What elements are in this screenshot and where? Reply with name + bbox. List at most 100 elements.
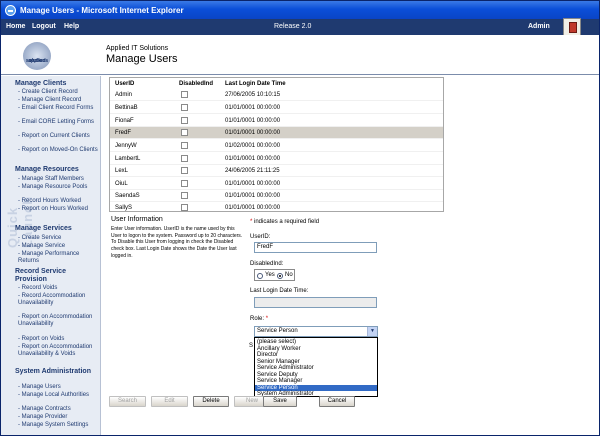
- role-select[interactable]: Service Person ▼: [254, 326, 378, 337]
- obscured-label: S: [249, 343, 254, 349]
- sidebar-link-email-core-letting-forms[interactable]: - Email CORE Letting Forms: [18, 119, 98, 126]
- disabled-checkbox[interactable]: [181, 155, 188, 162]
- sidebar-link-manage-client-record[interactable]: - Manage Client Record: [18, 97, 98, 104]
- window-title: Manage Users - Microsoft Internet Explor…: [20, 5, 184, 15]
- last-login-label: Last Login Date Time:: [250, 288, 309, 294]
- column-header-disabledind[interactable]: DisabledInd: [179, 81, 213, 87]
- sidebar-section-system-administration: System Administration: [15, 368, 91, 375]
- role-option[interactable]: (please select): [257, 339, 377, 345]
- disabled-no-radio[interactable]: [277, 273, 283, 279]
- sidebar-link-manage-users[interactable]: - Manage Users: [18, 384, 98, 391]
- sidebar-link-manage-system-settings[interactable]: - Manage System Settings: [18, 422, 98, 429]
- role-dropdown-list: (please select) Ancillary Worker Directo…: [254, 337, 378, 397]
- sidebar-link-manage-staff-members[interactable]: - Manage Staff Members: [18, 176, 98, 183]
- sidebar-link-report-voids[interactable]: - Report on Voids: [18, 336, 98, 343]
- nav-help-link[interactable]: Help: [64, 23, 79, 30]
- disabled-yes-radio[interactable]: [257, 273, 263, 279]
- disabled-radio-group: Yes No: [254, 269, 295, 281]
- table-row[interactable]: OiuL 01/01/0001 00:00:00: [110, 178, 443, 190]
- sidebar-link-email-client-record-forms[interactable]: - Email Client Record Forms: [18, 105, 98, 112]
- current-user-label: Admin: [528, 23, 550, 30]
- sidebar-link-manage-local-authorities[interactable]: - Manage Local Authorities: [18, 392, 98, 399]
- user-information-help-text: Enter User information. UserID is the na…: [111, 226, 243, 259]
- table-row-selected[interactable]: FredF 01/01/0001 00:00:00: [110, 127, 443, 139]
- table-row[interactable]: SaendaS 01/01/0001 00:00:00: [110, 190, 443, 202]
- column-header-userid[interactable]: UserID: [115, 81, 134, 87]
- company-logo: applied solutions: [23, 42, 51, 70]
- user-information-heading: User Information: [111, 216, 163, 223]
- title-bar: Manage Users - Microsoft Internet Explor…: [1, 1, 599, 19]
- sidebar-link-report-current-clients[interactable]: - Report on Current Clients: [18, 133, 98, 140]
- release-label: Release 2.0: [274, 23, 312, 30]
- table-row[interactable]: LambertL 01/01/0001 00:00:00: [110, 153, 443, 165]
- disabled-checkbox[interactable]: [181, 117, 188, 124]
- required-star-icon: *: [250, 219, 253, 225]
- role-option[interactable]: Service Deputy: [257, 372, 377, 378]
- userid-label: UserID:: [250, 234, 271, 240]
- table-row[interactable]: LexL 24/06/2005 21:11:25: [110, 165, 443, 177]
- sidebar-link-create-service[interactable]: - Create Service: [18, 235, 98, 242]
- browser-window: Manage Users - Microsoft Internet Explor…: [0, 0, 600, 436]
- role-option[interactable]: Service Administrator: [257, 365, 377, 371]
- sidebar-section-services: Manage Services: [15, 225, 72, 232]
- disabled-checkbox[interactable]: [181, 104, 188, 111]
- column-header-last-login[interactable]: Last Login Date Time: [225, 81, 286, 87]
- table-row[interactable]: JennyW 01/02/0001 00:00:00: [110, 140, 443, 152]
- sidebar-link-manage-contracts[interactable]: - Manage Contracts: [18, 406, 98, 413]
- table-row[interactable]: FionaF 01/01/0001 00:00:00: [110, 115, 443, 127]
- role-option[interactable]: Service Manager: [257, 378, 377, 384]
- sidebar-link-report-unavailability-and-voids[interactable]: - Report on Accommodation Unavailability…: [18, 344, 98, 358]
- top-navigation: Home Logout Help Release 2.0 Admin: [1, 19, 599, 35]
- page-header: applied solutions: [1, 35, 599, 75]
- required-field-note: * indicates a required field: [250, 219, 320, 225]
- exit-door-icon[interactable]: [563, 18, 581, 36]
- chevron-down-icon[interactable]: ▼: [367, 327, 377, 336]
- disabled-checkbox[interactable]: [181, 91, 188, 98]
- sidebar-link-record-voids[interactable]: - Record Voids: [18, 285, 98, 292]
- nav-logout-link[interactable]: Logout: [32, 23, 56, 30]
- role-option[interactable]: Director: [257, 352, 377, 358]
- required-star-icon: *: [265, 316, 269, 322]
- disabled-checkbox[interactable]: [181, 142, 188, 149]
- sidebar-link-record-accommodation-unavailability[interactable]: - Record Accommodation Unavailability: [18, 293, 98, 307]
- sidebar-section-resources: Manage Resources: [15, 166, 79, 173]
- sidebar-link-report-hours-worked[interactable]: - Report on Hours Worked: [18, 206, 98, 213]
- edit-button[interactable]: Edit: [151, 396, 188, 407]
- delete-button[interactable]: Delete: [193, 396, 229, 407]
- grid-header-row: UserID DisabledInd Last Login Date Time: [110, 78, 443, 89]
- table-row[interactable]: SallyS 01/01/0001 00:00:00: [110, 202, 443, 211]
- disabled-checkbox[interactable]: [181, 167, 188, 174]
- table-row[interactable]: Admin 27/06/2005 10:10:15: [110, 89, 443, 101]
- sidebar-section-clients: Manage Clients: [15, 80, 67, 87]
- role-option[interactable]: Ancillary Worker: [257, 346, 377, 352]
- sidebar-link-record-hours-worked[interactable]: - Record Hours Worked: [18, 198, 98, 205]
- sidebar-link-report-accommodation-unavailability[interactable]: - Report on Accommodation Unavailability: [18, 314, 98, 328]
- nav-home-link[interactable]: Home: [6, 23, 25, 30]
- company-name: Applied IT Solutions: [106, 45, 169, 52]
- sidebar-link-manage-service[interactable]: - Manage Service: [18, 243, 98, 250]
- sidebar-link-manage-resource-pools[interactable]: - Manage Resource Pools: [18, 184, 98, 191]
- disabled-checkbox[interactable]: [181, 180, 188, 187]
- cancel-button[interactable]: Cancel: [319, 396, 355, 407]
- quick-launch-sidebar: Quick Launch Manage Clients - Create Cli…: [1, 76, 101, 435]
- page-title: Manage Users: [106, 53, 178, 65]
- last-login-input[interactable]: [254, 297, 377, 308]
- disabled-checkbox[interactable]: [181, 204, 188, 211]
- save-button[interactable]: Save: [263, 396, 297, 407]
- disabled-checkbox[interactable]: [181, 129, 188, 136]
- users-grid: UserID DisabledInd Last Login Date Time …: [109, 77, 444, 212]
- sidebar-link-manage-provider[interactable]: - Manage Provider: [18, 414, 98, 421]
- disabledind-label: DisabledInd:: [250, 261, 284, 267]
- internet-explorer-icon: [5, 4, 16, 16]
- sidebar-link-create-client-record[interactable]: - Create Client Record: [18, 89, 98, 96]
- role-label: Role: *: [250, 316, 269, 322]
- userid-input[interactable]: FredF: [254, 242, 377, 253]
- sidebar-link-manage-performance-returns[interactable]: - Manage Performance Returns: [18, 251, 98, 265]
- table-row[interactable]: BettinaB 01/01/0001 00:00:00: [110, 102, 443, 114]
- sidebar-link-report-moved-on-clients[interactable]: - Report on Moved-On Clients: [18, 147, 98, 154]
- disabled-checkbox[interactable]: [181, 192, 188, 199]
- search-button[interactable]: Search: [109, 396, 146, 407]
- role-option-highlighted[interactable]: Service Person: [255, 384, 377, 391]
- sidebar-section-service-provision: Record Service Provision: [15, 268, 66, 283]
- role-option[interactable]: Senior Manager: [257, 359, 377, 365]
